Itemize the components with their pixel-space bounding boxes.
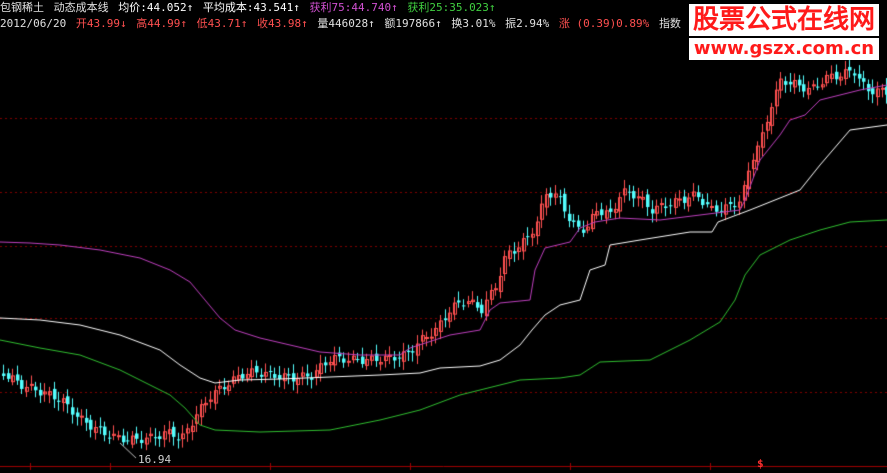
quote-change: 涨 (0.39)0.89% — [558, 17, 650, 30]
quote-high: 高44.99↑ — [136, 17, 187, 30]
site-watermark: 股票公式在线网 www.gszx.com.cn — [688, 4, 879, 60]
quote-bar: 2012/06/20 开43.99↓ 高44.99↑ 低43.71↑ 收43.9… — [0, 16, 757, 32]
price-chart[interactable] — [0, 0, 887, 473]
quote-close: 收43.98↑ — [256, 17, 308, 30]
watermark-title: 股票公式在线网 — [688, 4, 879, 36]
indicator-header: 包钢稀土 动态成本线 均价:44.052↑ 平均成本:43.541↑ 获利75:… — [0, 0, 499, 16]
quote-date: 2012/06/20 — [0, 17, 67, 30]
low-price-label: 16.94 — [138, 453, 172, 466]
quote-volume: 量446028↑ — [317, 17, 375, 30]
bottom-marker: $ — [757, 457, 764, 470]
stock-name: 包钢稀土 — [0, 1, 44, 14]
quote-low: 低43.71↑ — [196, 17, 248, 30]
profit75-value: 获利75:44.740↑ — [309, 1, 398, 14]
avg-cost-value: 平均成本:43.541↑ — [202, 1, 300, 14]
quote-amount: 额197866↑ — [384, 17, 442, 30]
quote-turnover: 换3.01% — [451, 17, 496, 30]
avg-price-value: 均价:44.052↑ — [118, 1, 194, 14]
quote-open: 开43.99↓ — [75, 17, 127, 30]
profit25-value: 获利25:35.023↑ — [407, 1, 496, 14]
indicator-name: 动态成本线 — [53, 1, 109, 14]
quote-amplitude: 振2.94% — [505, 17, 550, 30]
watermark-url: www.gszx.com.cn — [688, 38, 879, 60]
